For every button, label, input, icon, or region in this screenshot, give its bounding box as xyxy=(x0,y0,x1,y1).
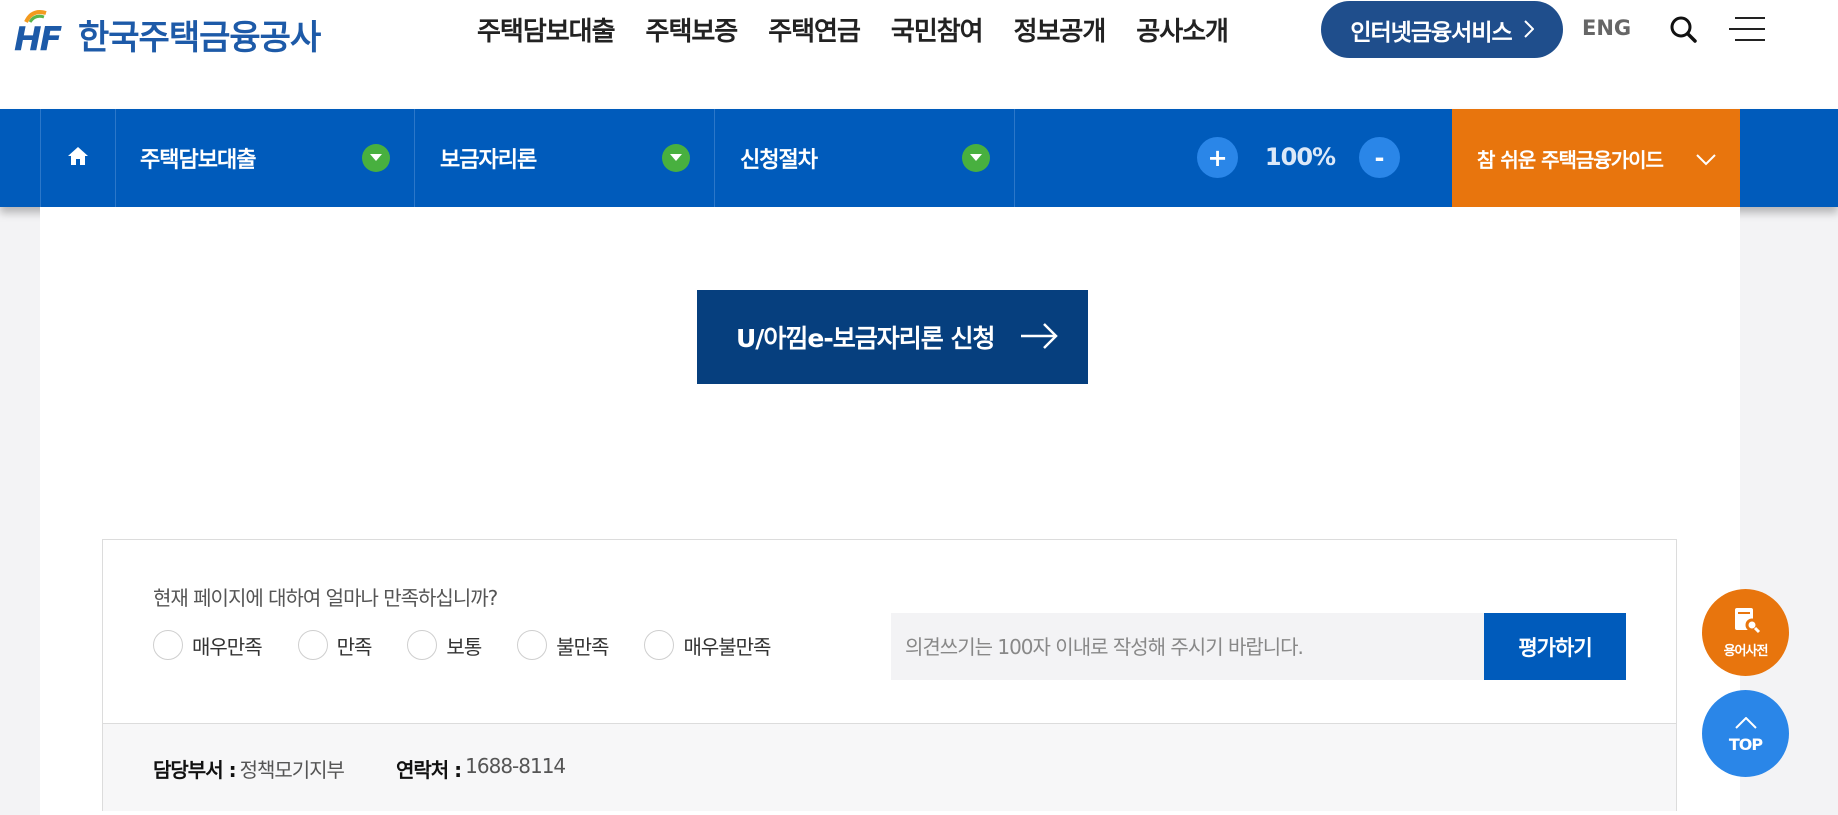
radio-button[interactable] xyxy=(644,630,675,660)
option-very-dissatisfied[interactable]: 매우불만족 xyxy=(644,630,771,660)
radio-button[interactable] xyxy=(517,630,548,660)
glossary-icon xyxy=(1731,606,1761,638)
option-neutral[interactable]: 보통 xyxy=(407,630,482,660)
logo-text: 한국주택금융공사 xyxy=(78,17,321,58)
option-satisfied[interactable]: 만족 xyxy=(297,630,373,660)
home-button[interactable] xyxy=(40,109,116,207)
hamburger-menu-icon[interactable] xyxy=(1727,16,1767,46)
logo-mark-text: HF xyxy=(14,19,62,58)
location-depth1[interactable]: 주택담보대출 xyxy=(115,109,415,207)
site-header: HF 한국주택금융공사 주택담보대출 주택보증 주택연금 국민참여 정보공개 공… xyxy=(0,0,1838,109)
internet-banking-label: 인터넷금융서비스 xyxy=(1350,19,1512,46)
option-dissatisfied[interactable]: 불만족 xyxy=(517,630,609,660)
radio-button[interactable] xyxy=(407,630,438,660)
chevron-right-icon xyxy=(1523,16,1535,44)
gnb-item-participation[interactable]: 국민참여 xyxy=(891,12,984,52)
home-icon xyxy=(67,146,89,170)
zoom-in-button[interactable]: + xyxy=(1197,137,1238,178)
glossary-button[interactable]: 용어사전 xyxy=(1702,589,1789,676)
department-value: 정책모기지부 xyxy=(239,758,345,782)
scroll-top-label: TOP xyxy=(1728,734,1763,754)
search-icon[interactable] xyxy=(1669,15,1697,47)
location-bar: 주택담보대출 보금자리론 신청절차 + 100% - 참 쉬운 주택금융가이드 xyxy=(0,109,1838,207)
dropdown-arrow-icon xyxy=(662,144,690,172)
scroll-top-button[interactable]: TOP xyxy=(1702,690,1789,777)
site-logo[interactable]: HF 한국주택금융공사 xyxy=(14,6,321,62)
option-label: 매우만족 xyxy=(192,634,263,659)
department-label: 담당부서 : xyxy=(153,758,237,782)
hf-logo-icon: HF xyxy=(14,9,64,59)
english-link[interactable]: ENG xyxy=(1582,16,1631,40)
radio-button[interactable] xyxy=(297,630,328,660)
apply-loan-button[interactable]: U/아낌e-보금자리론 신청 xyxy=(697,290,1088,384)
satisfaction-options: 매우만족 만족 보통 불만족 매우불만족 xyxy=(153,630,806,660)
submit-rating-button[interactable]: 평가하기 xyxy=(1484,613,1626,680)
chevron-up-icon xyxy=(1734,714,1757,733)
option-label: 만족 xyxy=(336,634,373,659)
gnb-item-guarantee[interactable]: 주택보증 xyxy=(646,12,739,52)
gnb-item-pension[interactable]: 주택연금 xyxy=(768,12,861,52)
location-depth3-label: 신청절차 xyxy=(740,148,818,173)
satisfaction-survey: 현재 페이지에 대하여 얼마나 만족하십니까? 매우만족 만족 보통 불만족 매… xyxy=(102,539,1677,811)
contact-label: 연락처 : xyxy=(395,758,462,782)
option-label: 보통 xyxy=(446,634,482,659)
apply-loan-label: U/아낌e-보금자리론 신청 xyxy=(736,324,995,353)
zoom-out-button[interactable]: - xyxy=(1359,137,1400,178)
arrow-right-icon xyxy=(1020,322,1058,356)
global-nav: 주택담보대출 주택보증 주택연금 국민참여 정보공개 공사소개 xyxy=(477,12,1259,52)
easy-guide-label: 참 쉬운 주택금융가이드 xyxy=(1477,147,1664,172)
opinion-input[interactable] xyxy=(891,613,1484,680)
chevron-down-icon xyxy=(1696,147,1716,171)
gnb-item-mortgage[interactable]: 주택담보대출 xyxy=(477,12,616,52)
internet-banking-button[interactable]: 인터넷금융서비스 xyxy=(1321,1,1563,58)
zoom-level: 100% xyxy=(1264,143,1336,171)
location-depth1-label: 주택담보대출 xyxy=(140,148,256,173)
radio-button[interactable] xyxy=(153,630,183,660)
location-depth2-label: 보금자리론 xyxy=(440,148,537,173)
option-label: 불만족 xyxy=(556,634,609,659)
contact-value: 1688-8114 xyxy=(465,754,566,778)
location-depth2[interactable]: 보금자리론 xyxy=(415,109,715,207)
gnb-item-about[interactable]: 공사소개 xyxy=(1136,12,1229,52)
glossary-label: 용어사전 xyxy=(1723,644,1769,659)
dropdown-arrow-icon xyxy=(362,144,390,172)
option-very-satisfied[interactable]: 매우만족 xyxy=(153,630,263,660)
option-label: 매우불만족 xyxy=(683,634,771,659)
location-depth3[interactable]: 신청절차 xyxy=(715,109,1015,207)
dropdown-arrow-icon xyxy=(962,144,990,172)
contact-info: 담당부서 : 정책모기지부 연락처 : 1688-8114 xyxy=(103,723,1676,811)
survey-question: 현재 페이지에 대하여 얼마나 만족하십니까? xyxy=(153,586,498,610)
gnb-item-disclosure[interactable]: 정보공개 xyxy=(1014,12,1107,52)
easy-guide-button[interactable]: 참 쉬운 주택금융가이드 xyxy=(1452,109,1740,207)
